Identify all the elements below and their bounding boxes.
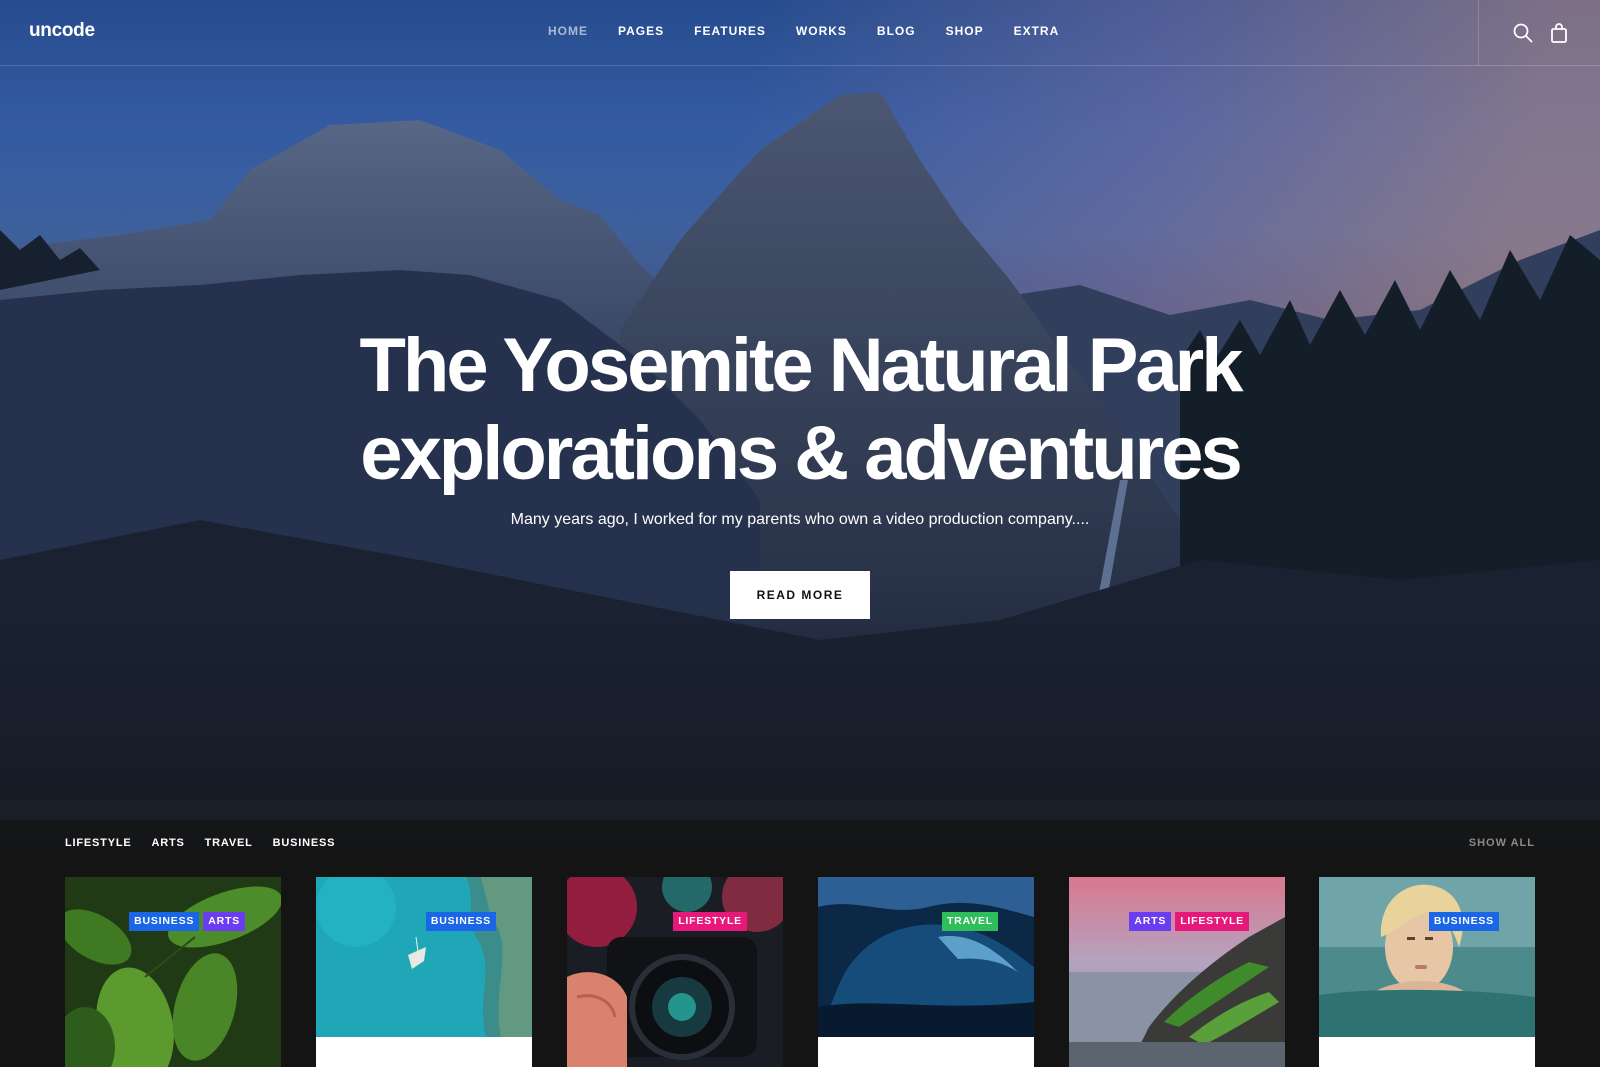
nav-item-blog[interactable]: BLOG xyxy=(877,24,916,38)
card-tags: BUSINESS ARTS xyxy=(129,912,245,931)
hero-title: The Yosemite Natural Park explorations &… xyxy=(0,322,1600,498)
post-card[interactable]: BUSINESS xyxy=(316,877,532,1067)
tag-business[interactable]: BUSINESS xyxy=(425,912,496,931)
tag-arts[interactable]: ARTS xyxy=(203,912,245,931)
filter-travel[interactable]: TRAVEL xyxy=(205,837,253,849)
ocean-wave-image xyxy=(818,877,1034,1037)
nav-item-features[interactable]: FEATURES xyxy=(694,24,766,38)
post-card[interactable]: ARTS LIFESTYLE xyxy=(1069,877,1285,1067)
nav-item-pages[interactable]: PAGES xyxy=(618,24,664,38)
aerial-boat-turquoise-sea-image xyxy=(316,877,532,1037)
nav-item-home[interactable]: HOME xyxy=(548,24,588,38)
filter-business[interactable]: BUSINESS xyxy=(273,837,336,849)
hand-holding-camera-image xyxy=(567,877,783,1067)
nav-item-shop[interactable]: SHOP xyxy=(946,24,984,38)
post-card[interactable]: TRAVEL xyxy=(818,877,1034,1067)
nav-item-works[interactable]: WORKS xyxy=(796,24,847,38)
tag-travel[interactable]: TRAVEL xyxy=(941,912,998,931)
shopping-bag-icon[interactable] xyxy=(1548,22,1570,44)
header-divider xyxy=(1478,0,1479,66)
post-card[interactable]: BUSINESS ARTS xyxy=(65,877,281,1067)
nav-item-extra[interactable]: EXTRA xyxy=(1014,24,1060,38)
post-card[interactable]: BUSINESS xyxy=(1319,877,1535,1067)
hero-subtitle: Many years ago, I worked for my parents … xyxy=(510,511,1090,528)
hero-title-line-1: The Yosemite Natural Park xyxy=(359,323,1243,408)
card-tags: TRAVEL xyxy=(941,912,998,931)
card-tags: ARTS LIFESTYLE xyxy=(1129,912,1249,931)
search-icon[interactable] xyxy=(1512,22,1534,44)
site-header: uncode HOME PAGES FEATURES WORKS BLOG SH… xyxy=(0,0,1600,66)
hero-title-line-2: explorations & adventures xyxy=(360,411,1243,496)
category-filters: LIFESTYLE ARTS TRAVEL BUSINESS xyxy=(65,837,355,849)
filter-lifestyle[interactable]: LIFESTYLE xyxy=(65,837,131,849)
post-grid: BUSINESS ARTS BUSINESS LIFESTYLE TRAVEL … xyxy=(65,877,1535,1067)
post-card[interactable]: LIFESTYLE xyxy=(567,877,783,1067)
site-logo[interactable]: uncode xyxy=(29,20,95,42)
tag-business[interactable]: BUSINESS xyxy=(129,912,200,931)
show-all-link[interactable]: SHOW ALL xyxy=(1469,837,1535,849)
main-nav: HOME PAGES FEATURES WORKS BLOG SHOP EXTR… xyxy=(548,24,1089,38)
tag-arts[interactable]: ARTS xyxy=(1129,912,1172,931)
card-tags: LIFESTYLE xyxy=(673,912,747,931)
tag-business[interactable]: BUSINESS xyxy=(1428,912,1499,931)
green-leaves-image xyxy=(65,877,281,1067)
woman-in-water-image xyxy=(1319,877,1535,1037)
card-tags: BUSINESS xyxy=(1428,912,1499,931)
tag-lifestyle[interactable]: LIFESTYLE xyxy=(1175,912,1249,931)
read-more-button[interactable]: READ MORE xyxy=(730,571,870,619)
card-tags: BUSINESS xyxy=(425,912,496,931)
filter-arts[interactable]: ARTS xyxy=(151,837,184,849)
mossy-rock-beach-sunset-image xyxy=(1069,877,1285,1067)
tag-lifestyle[interactable]: LIFESTYLE xyxy=(673,912,747,931)
